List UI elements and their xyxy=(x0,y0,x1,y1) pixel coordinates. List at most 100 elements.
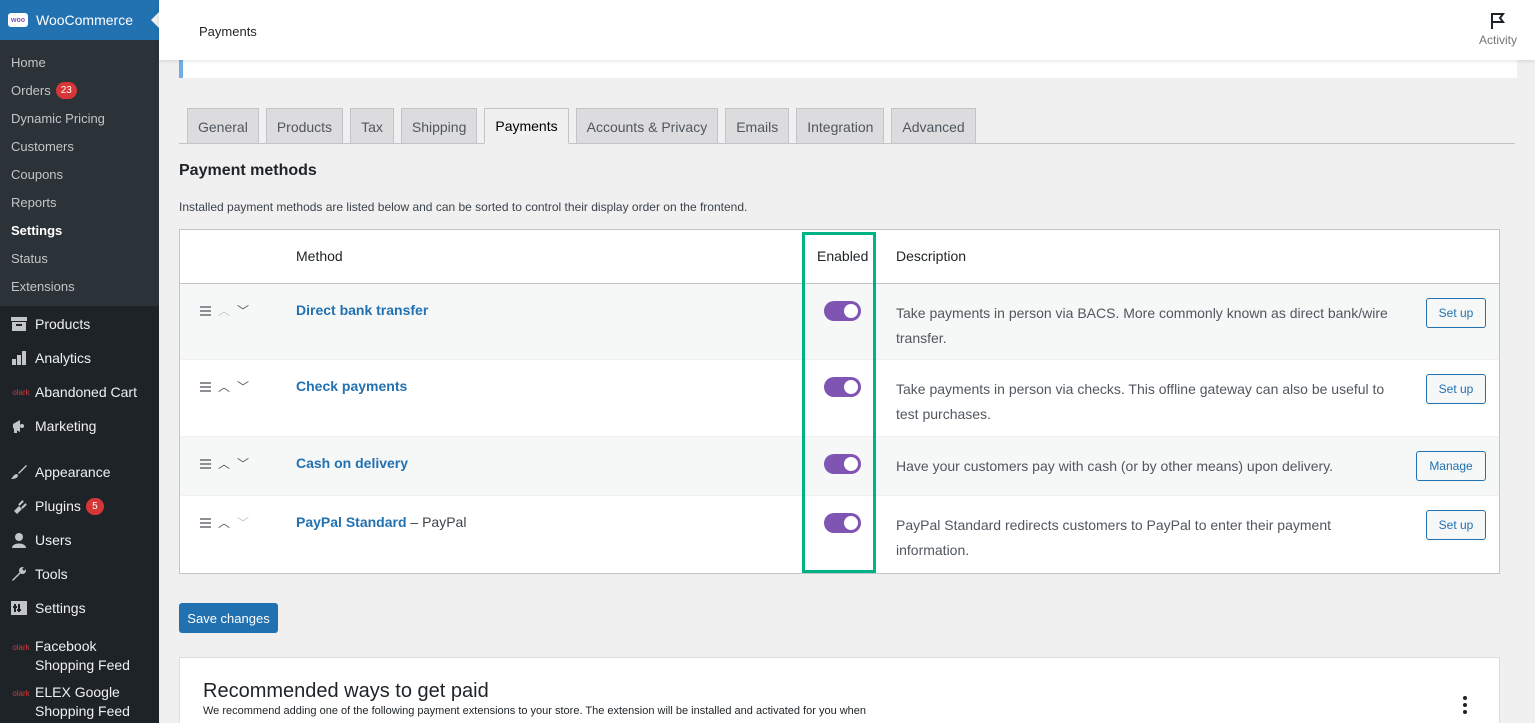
setup-button[interactable]: Set up xyxy=(1426,374,1486,404)
save-changes-button[interactable]: Save changes xyxy=(179,603,278,633)
megaphone-icon xyxy=(10,418,28,434)
chevron-up-icon: ︿ xyxy=(218,304,231,318)
menu-item-marketing[interactable]: Marketing xyxy=(0,409,159,443)
menu-item-appearance[interactable]: Appearance xyxy=(0,455,159,489)
olark-icon: olark xyxy=(12,387,30,397)
bar-chart-icon xyxy=(10,350,28,366)
menu-item-woocommerce[interactable]: woo WooCommerce xyxy=(0,0,159,40)
recommended-payments-panel: Recommended ways to get paid We recommen… xyxy=(179,657,1500,723)
page-title: Payments xyxy=(199,24,257,39)
submenu-item-status[interactable]: Status xyxy=(0,244,159,272)
method-description: Have your customers pay with cash (or by… xyxy=(896,458,1334,474)
menu-item-abandoned-cart[interactable]: olark Abandoned Cart xyxy=(0,375,159,409)
manage-button[interactable]: Manage xyxy=(1416,451,1486,481)
menu-label: Users xyxy=(35,532,72,548)
method-name: Check payments xyxy=(296,378,408,394)
menu-label: Abandoned Cart xyxy=(35,384,137,400)
submenu-item-orders[interactable]: Orders 23 xyxy=(0,76,159,104)
menu-item-settings[interactable]: Settings xyxy=(0,591,159,625)
chevron-up-icon[interactable]: ︿ xyxy=(218,378,230,395)
method-description: Take payments in person via checks. This… xyxy=(896,381,1385,422)
woocommerce-logo-icon: woo xyxy=(8,13,28,27)
method-description: Take payments in person via BACS. More c… xyxy=(896,305,1388,346)
menu-item-label: WooCommerce xyxy=(36,12,133,28)
menu-item-tools[interactable]: Tools xyxy=(0,557,159,591)
current-menu-arrow xyxy=(151,12,159,28)
orders-count-badge: 23 xyxy=(55,81,77,99)
menu-item-plugins[interactable]: Plugins 5 xyxy=(0,489,159,523)
setup-button[interactable]: Set up xyxy=(1426,298,1486,328)
submenu-label: Settings xyxy=(11,222,63,238)
tab-accounts-privacy[interactable]: Accounts & Privacy xyxy=(575,108,719,144)
sort-controls: ︿ ﹀ xyxy=(200,455,249,472)
chevron-up-icon[interactable]: ︿ xyxy=(218,455,230,472)
submenu-item-settings[interactable]: Settings xyxy=(0,216,159,244)
tab-tax[interactable]: Tax xyxy=(350,108,394,144)
woocommerce-submenu: Home Orders 23 Dynamic Pricing Customers … xyxy=(0,40,159,306)
recommended-title: Recommended ways to get paid xyxy=(203,680,489,702)
submenu-item-customers[interactable]: Customers xyxy=(0,132,159,160)
drag-handle-icon[interactable] xyxy=(200,516,211,530)
tab-general[interactable]: General xyxy=(187,108,259,144)
plugin-icon xyxy=(10,498,28,514)
submenu-item-dynamic-pricing[interactable]: Dynamic Pricing xyxy=(0,104,159,132)
brush-icon xyxy=(10,464,28,480)
menu-item-products[interactable]: Products xyxy=(0,307,159,341)
column-header-method: Method xyxy=(296,248,343,264)
chevron-up-icon[interactable]: ︿ xyxy=(218,514,230,531)
chevron-down-icon[interactable]: ﹀ xyxy=(237,378,249,395)
drag-handle-icon[interactable] xyxy=(200,380,211,394)
plugins-update-badge: 5 xyxy=(85,497,104,515)
tab-shipping[interactable]: Shipping xyxy=(400,108,478,144)
menu-label: Plugins xyxy=(35,498,81,514)
submenu-item-reports[interactable]: Reports xyxy=(0,188,159,216)
menu-item-elex-google-shopping-feed[interactable]: olark ELEX Google Shopping Feed xyxy=(0,677,159,723)
method-link[interactable]: Cash on delivery xyxy=(296,455,408,471)
method-name: Direct bank transfer xyxy=(296,302,429,318)
more-options-icon[interactable] xyxy=(1463,696,1467,717)
menu-label: Facebook Shopping Feed xyxy=(35,638,130,673)
setup-button[interactable]: Set up xyxy=(1426,510,1486,540)
submenu-item-home[interactable]: Home xyxy=(0,48,159,76)
submenu-label: Extensions xyxy=(11,278,75,294)
activity-label: Activity xyxy=(1478,33,1517,47)
submenu-item-extensions[interactable]: Extensions xyxy=(0,272,159,300)
tab-payments[interactable]: Payments xyxy=(484,108,569,144)
settings-icon xyxy=(10,600,28,616)
column-header-description: Description xyxy=(896,248,967,264)
tab-advanced[interactable]: Advanced xyxy=(891,108,976,144)
activity-button[interactable]: Activity xyxy=(1479,12,1517,47)
method-link[interactable]: Direct bank transfer xyxy=(296,302,428,318)
drag-handle-icon[interactable] xyxy=(200,304,211,318)
menu-item-analytics[interactable]: Analytics xyxy=(0,341,159,375)
method-name: PayPal Standard xyxy=(296,514,407,530)
method-name: Cash on delivery xyxy=(296,455,409,471)
submenu-label: Home xyxy=(11,54,46,70)
wrench-icon xyxy=(10,566,28,582)
submenu-item-coupons[interactable]: Coupons xyxy=(0,160,159,188)
section-intro: Installed payment methods are listed bel… xyxy=(179,200,748,214)
sort-controls: ︿ ﹀ xyxy=(200,514,249,531)
settings-tabs: General Products Tax Shipping Payments A… xyxy=(187,108,983,144)
method-subtitle: – PayPal xyxy=(406,514,467,530)
menu-label: Appearance xyxy=(35,464,111,480)
submenu-label: Orders xyxy=(11,82,51,98)
menu-item-facebook-shopping-feed[interactable]: olark Facebook Shopping Feed xyxy=(0,631,159,677)
method-link[interactable]: PayPal Standard – PayPal xyxy=(296,514,466,530)
drag-handle-icon[interactable] xyxy=(200,457,211,471)
chevron-down-icon[interactable]: ﹀ xyxy=(237,455,249,472)
menu-label: ELEX Google Shopping Feed xyxy=(35,684,130,719)
tab-emails[interactable]: Emails xyxy=(725,108,790,144)
submenu-label: Reports xyxy=(11,194,57,210)
tab-integration[interactable]: Integration xyxy=(796,108,885,144)
chevron-down-icon: ﹀ xyxy=(237,516,250,530)
menu-label: Tools xyxy=(35,566,68,582)
submenu-label: Coupons xyxy=(11,166,64,182)
section-title: Payment methods xyxy=(179,162,317,179)
menu-label: Marketing xyxy=(35,418,97,434)
menu-item-users[interactable]: Users xyxy=(0,523,159,557)
tab-products[interactable]: Products xyxy=(265,108,344,144)
method-link[interactable]: Check payments xyxy=(296,378,407,394)
chevron-down-icon[interactable]: ﹀ xyxy=(237,302,249,319)
method-description: PayPal Standard redirects customers to P… xyxy=(896,517,1331,558)
